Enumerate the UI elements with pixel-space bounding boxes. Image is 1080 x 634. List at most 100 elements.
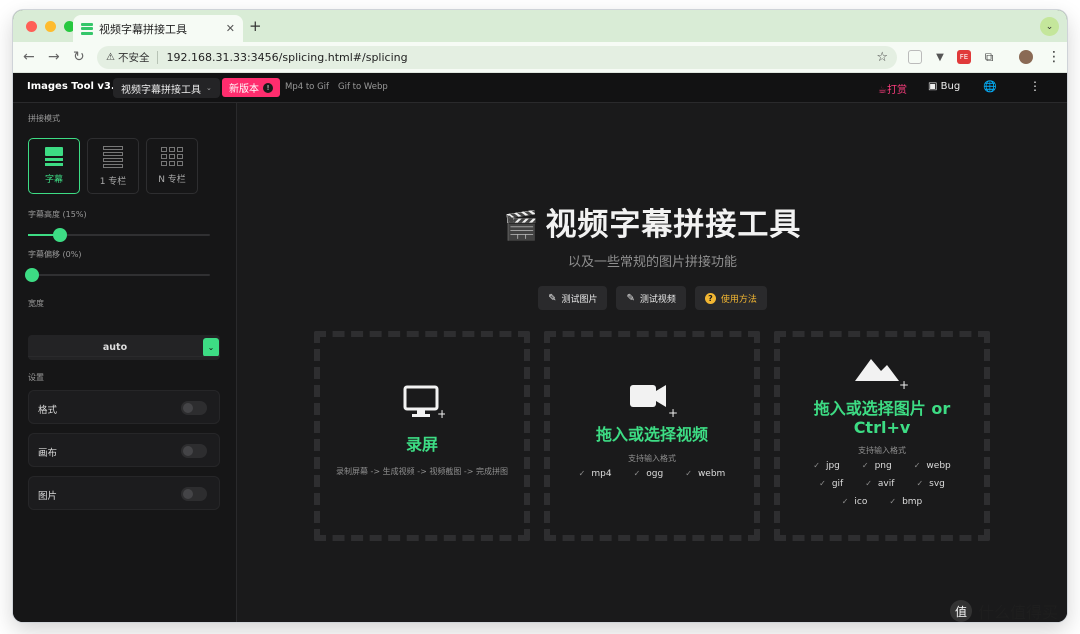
slider-handle[interactable] [25,268,39,282]
window-controls [26,21,75,32]
format-item: avif [865,479,895,489]
format-item: jpg [813,461,840,471]
svg-text:+: + [899,378,909,389]
test-image-button[interactable]: ✎ 测试图片 [538,286,608,310]
bug-link[interactable]: ▣ Bug [928,81,960,92]
format-item: png [862,461,892,471]
security-label[interactable]: 不安全 [118,50,150,65]
action-buttons: ✎ 测试图片 ✎ 测试视频 ? 使用方法 [238,286,1067,310]
one-column-mode-icon [103,145,123,168]
test-video-label: 测试视频 [639,294,676,305]
tab-search-icon[interactable]: ⌄ [1040,17,1059,36]
subtitle-offset-slider[interactable] [25,268,210,282]
new-version-button[interactable]: 新版本 ! [222,78,280,97]
forward-button[interactable]: → [48,49,60,65]
format-item: ico [842,497,867,507]
sidebar: 拼接模式 字幕 1 专栏 N 专栏 字幕高度 (15%) 字幕偏移 (0%) 宽… [13,103,237,622]
back-button[interactable]: ← [23,49,35,65]
tab-close-icon[interactable]: ✕ [226,22,235,35]
clapperboard-icon: 🎬 [503,209,540,242]
format-toggle[interactable] [181,401,207,415]
chevron-down-icon[interactable]: ⌄ [203,338,219,357]
minimize-window-button[interactable] [45,21,56,32]
format-item: gif [819,479,843,489]
setting-image[interactable]: 图片 [28,476,220,510]
record-screen-card[interactable]: + 录屏 录制屏幕 -> 生成视频 -> 视频截图 -> 完成拼图 [314,331,530,541]
image-formats: gif avif svg [780,479,984,489]
tab-strip: 视频字幕拼接工具 ✕ + ⌄ [13,10,1067,42]
hero-title: 🎬 视频字幕拼接工具 [238,199,1067,244]
pencil-icon: ✎ [626,292,635,304]
bug-label: Bug [940,81,961,92]
settings-label: 设置 [28,373,44,382]
extensions-puzzle-icon[interactable]: ⧉ [982,50,996,64]
close-window-button[interactable] [26,21,37,32]
nav-gif-to-webp[interactable]: Gif to Webp [338,82,388,92]
page-subtitle: 以及一些常规的图片拼接功能 [567,255,737,270]
coffee-icon: ☕ [878,85,887,96]
mode-label: N 专栏 [158,175,186,185]
image-formats: ico bmp [780,497,984,507]
setting-canvas[interactable]: 画布 [28,433,220,467]
browser-toolbar: ← → ↻ ⚠ 不安全 192.168.31.33:3456/splicing.… [13,42,1067,73]
subtitle-offset-label: 字幕偏移 (0%) [28,250,82,259]
usage-button[interactable]: ? 使用方法 [694,286,767,310]
subtitle-height-label: 字幕高度 (15%) [28,210,87,219]
browser-tab[interactable]: 视频字幕拼接工具 ✕ [73,15,243,42]
width-label: 宽度 [28,299,44,308]
new-tab-button[interactable]: + [249,17,262,35]
reload-button[interactable]: ↻ [73,49,85,65]
tool-selector[interactable]: 视频字幕拼接工具 ⌄ [113,78,220,98]
watermark: 值 什么值得买 [950,599,1058,623]
tool-selector-label: 视频字幕拼接工具 [121,84,201,96]
setting-label: 格式 [38,405,58,416]
format-item: mp4 [579,469,611,479]
test-video-button[interactable]: ✎ 测试视频 [616,286,686,310]
donate-label: 打赏 [886,85,907,96]
main-content: 🎬 视频字幕拼接工具 以及一些常规的图片拼接功能 ✎ 测试图片 ✎ 测试视频 ? … [238,103,1067,622]
card-title: 拖入或选择图片 or Ctrl+v [813,399,951,437]
monitor-icon: + [320,385,524,425]
extension-fe-icon[interactable]: FE [957,50,971,64]
more-menu-icon[interactable]: ⋮ [1029,79,1041,93]
card-title: 录屏 [405,435,438,454]
extension-square-icon[interactable] [908,50,922,64]
mode-subtitle[interactable]: 字幕 [28,138,80,194]
warning-icon: ⚠ [106,52,115,63]
mode-label: 1 专栏 [99,176,127,187]
watermark-logo-icon: 值 [950,600,972,622]
video-camera-icon: + [550,381,754,421]
card-note: 支持输入格式 [858,446,906,455]
subtitle-height-slider[interactable] [28,228,210,242]
nav-mp4-to-gif[interactable]: Mp4 to Gif [285,82,329,92]
tab-title: 视频字幕拼接工具 [99,22,187,36]
info-icon: ! [263,82,273,93]
setting-format[interactable]: 格式 [28,390,220,424]
mountain-icon: + [780,355,984,393]
address-bar[interactable]: ⚠ 不安全 192.168.31.33:3456/splicing.html#/… [97,46,897,69]
image-drop-zone[interactable]: + 拖入或选择图片 or Ctrl+v 支持输入格式 jpg png webp … [774,331,990,541]
format-item: ogg [634,469,663,479]
donate-link[interactable]: ☕打赏 [878,81,907,96]
mode-n-columns[interactable]: N 专栏 [146,138,198,194]
slider-handle[interactable] [53,228,67,242]
profile-avatar[interactable] [1019,50,1033,64]
setting-label: 图片 [38,491,58,502]
video-drop-zone[interactable]: + 拖入或选择视频 支持输入格式 mp4 ogg webm [544,331,760,541]
mode-label: 字幕 [44,175,63,185]
format-item: svg [916,479,945,489]
language-globe-icon[interactable]: 🌐 [983,80,997,93]
pencil-icon: ✎ [548,292,557,304]
extension-triangle-icon[interactable]: ▼ [933,50,947,64]
image-toggle[interactable] [181,487,207,501]
page-title: 视频字幕拼接工具 [545,207,802,243]
app-favicon-icon [81,22,93,35]
n-columns-mode-icon [161,147,183,166]
watermark-text: 什么值得买 [978,603,1059,622]
url-text[interactable]: 192.168.31.33:3456/splicing.html#/splici… [166,51,876,64]
canvas-toggle[interactable] [181,444,207,458]
image-formats: jpg png webp [780,461,984,471]
mode-one-column[interactable]: 1 专栏 [87,138,139,194]
browser-menu-icon[interactable]: ⋮ [1047,49,1061,65]
bookmark-star-icon[interactable]: ☆ [876,50,888,65]
